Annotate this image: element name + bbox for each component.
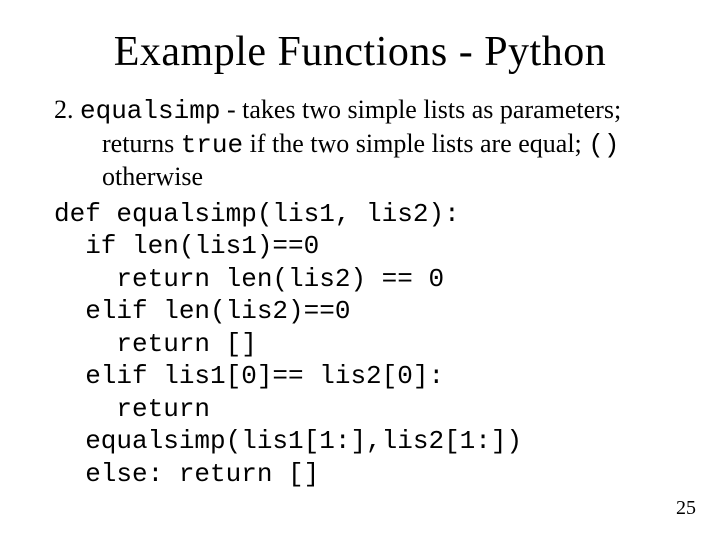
true-keyword: true — [181, 130, 243, 160]
code-line: if len(lis1)==0 — [54, 231, 319, 261]
desc-line2a: returns — [102, 129, 181, 158]
page-number: 25 — [676, 497, 696, 520]
code-block: def equalsimp(lis1, lis2): if len(lis1)=… — [54, 198, 670, 491]
desc-part1: - takes two simple lists as parameters; — [220, 95, 621, 124]
code-line: return len(lis2) == 0 — [54, 264, 444, 294]
slide-body: 2. equalsimp - takes two simple lists as… — [54, 94, 670, 490]
item-number: 2. — [54, 95, 74, 124]
desc-line2b: if the two simple lists are equal; — [243, 129, 588, 158]
code-line: else: return [] — [54, 459, 319, 489]
description: 2. equalsimp - takes two simple lists as… — [54, 94, 670, 194]
function-name: equalsimp — [80, 96, 220, 126]
slide-title: Example Functions - Python — [50, 28, 670, 76]
code-line: elif lis1[0]== lis2[0]: — [54, 361, 444, 391]
empty-tuple: () — [588, 130, 619, 160]
code-line: equalsimp(lis1[1:],lis2[1:]) — [54, 426, 522, 456]
code-line: return — [54, 394, 210, 424]
code-line: return [] — [54, 329, 257, 359]
code-line: def equalsimp(lis1, lis2): — [54, 199, 460, 229]
slide: Example Functions - Python 2. equalsimp … — [0, 0, 720, 540]
code-line: elif len(lis2)==0 — [54, 296, 350, 326]
desc-line3: otherwise — [54, 161, 670, 194]
